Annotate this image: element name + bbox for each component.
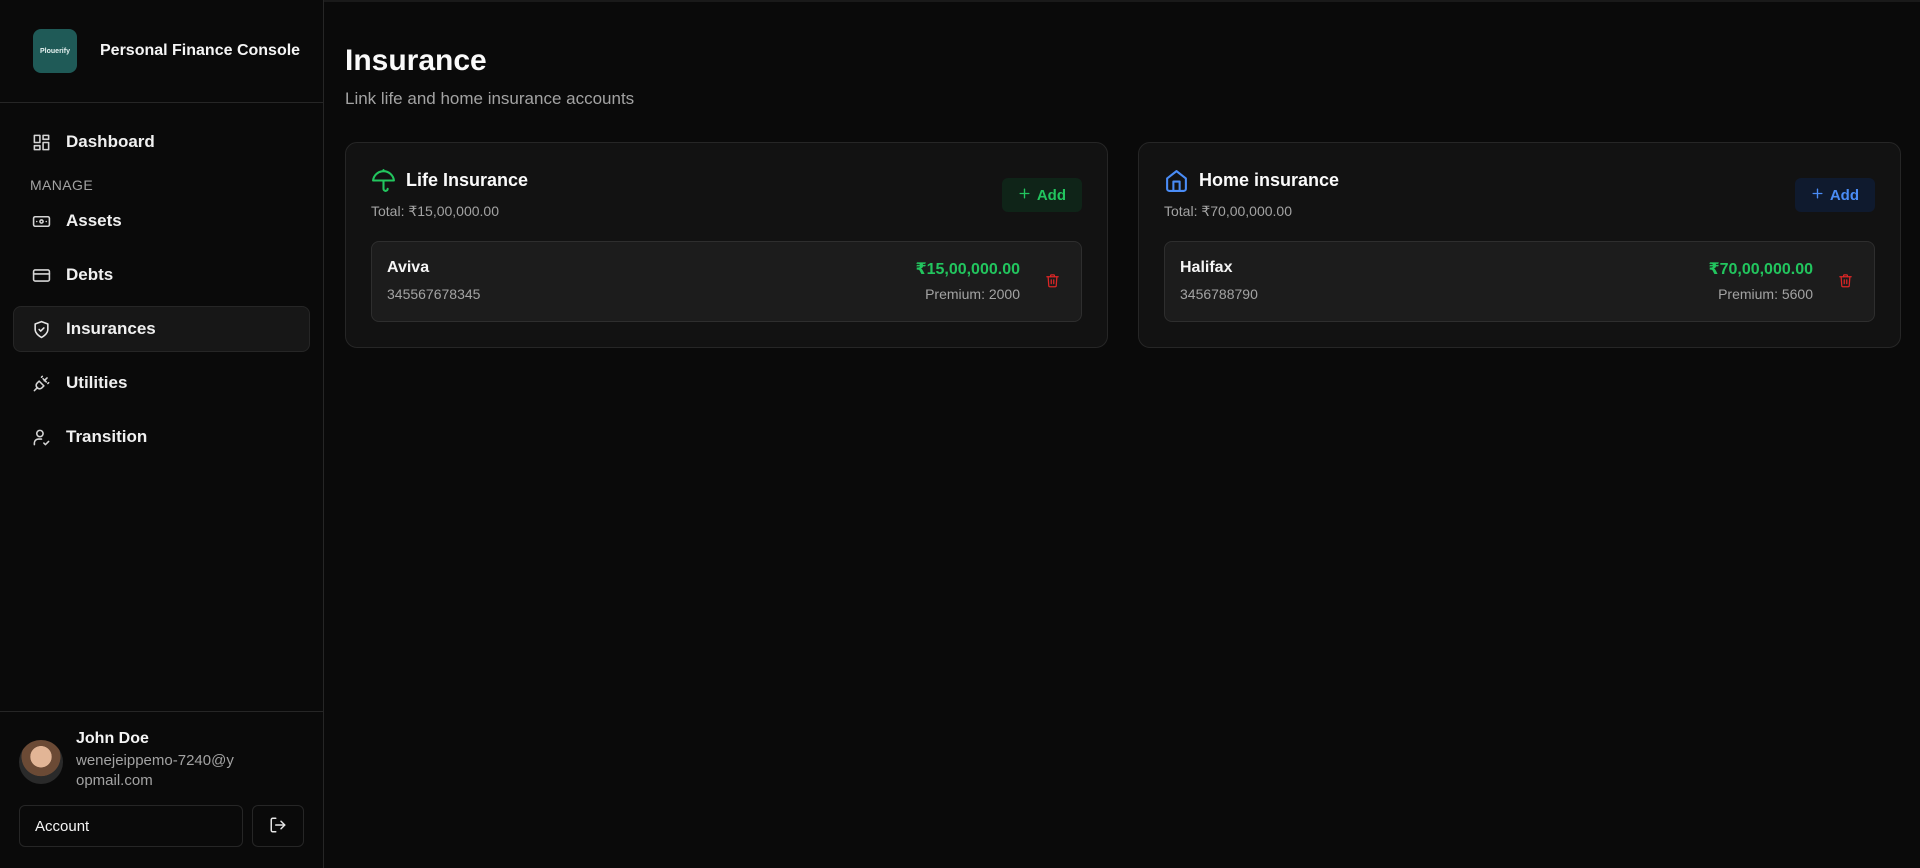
sidebar-item-transition[interactable]: Transition	[13, 414, 310, 460]
card-header: Home insurance	[1163, 167, 1339, 193]
house-icon	[1163, 167, 1189, 193]
section-label-manage: MANAGE	[30, 177, 94, 193]
sidebar-item-label: Assets	[66, 211, 122, 230]
app-logo[interactable]: Plouerify	[33, 29, 77, 73]
user-profile: John Doe wenejeippemo-7240@yopmail.com	[19, 730, 304, 791]
policy-amount: ₹15,00,000.00	[915, 261, 1020, 278]
user-name: John Doe	[76, 730, 149, 747]
add-life-insurance-button[interactable]: Add	[1001, 178, 1082, 212]
policy-amount: ₹70,00,000.00	[1708, 261, 1813, 278]
sidebar: Plouerify Personal Finance Console Dashb…	[0, 0, 324, 868]
sidebar-nav: Dashboard MANAGE Assets Debts Insurances	[0, 103, 323, 460]
sidebar-item-label: Insurances	[66, 319, 156, 338]
delete-policy-button[interactable]	[1835, 272, 1855, 292]
plug-icon	[31, 373, 51, 393]
policy-row: Aviva 345567678345 ₹15,00,000.00 Premium…	[371, 241, 1082, 322]
sidebar-item-debts[interactable]: Debts	[13, 252, 310, 298]
avatar[interactable]	[19, 740, 63, 784]
card-total: Total: ₹70,00,000.00	[1164, 203, 1293, 219]
account-button[interactable]: Account	[19, 805, 244, 847]
brand-header: Plouerify Personal Finance Console	[0, 0, 323, 103]
sidebar-item-utilities[interactable]: Utilities	[13, 360, 310, 406]
add-button-label: Add	[1036, 186, 1066, 204]
banknote-icon	[31, 211, 51, 231]
card-header: Life Insurance	[370, 167, 528, 193]
delete-policy-button[interactable]	[1042, 272, 1062, 292]
sidebar-item-label: Utilities	[66, 373, 128, 392]
card-total: Total: ₹15,00,000.00	[371, 203, 500, 219]
policy-premium: Premium: 5600	[1718, 286, 1813, 302]
policy-provider: Halifax	[1180, 259, 1233, 276]
card-title: Home insurance	[1199, 169, 1340, 190]
add-home-insurance-button[interactable]: Add	[1794, 178, 1875, 212]
logout-button[interactable]	[252, 805, 304, 847]
user-actions: Account	[19, 805, 304, 847]
policy-row: Halifax 3456788790 ₹70,00,000.00 Premium…	[1164, 241, 1875, 322]
user-info: John Doe wenejeippemo-7240@yopmail.com	[76, 730, 236, 791]
trash-icon	[1838, 273, 1853, 291]
page-title: Insurance	[345, 44, 487, 77]
card-title: Life Insurance	[406, 169, 529, 190]
credit-card-icon	[31, 265, 51, 285]
sidebar-item-label: Dashboard	[66, 132, 155, 151]
app-title: Personal Finance Console	[100, 42, 301, 59]
user-check-icon	[31, 427, 51, 447]
plus-icon	[1018, 187, 1031, 204]
policy-number: 3456788790	[1180, 286, 1258, 302]
sidebar-item-label: Debts	[66, 265, 114, 284]
page-subtitle: Link life and home insurance accounts	[345, 89, 635, 108]
home-insurance-card: Home insurance Total: ₹70,00,000.00 Add …	[1138, 142, 1901, 348]
sidebar-item-insurances[interactable]: Insurances	[13, 306, 310, 352]
user-panel: John Doe wenejeippemo-7240@yopmail.com A…	[0, 711, 323, 868]
user-email: wenejeippemo-7240@yopmail.com	[76, 752, 234, 789]
policy-premium: Premium: 2000	[925, 286, 1020, 302]
dashboard-icon	[31, 132, 51, 152]
shield-check-icon	[31, 319, 51, 339]
policy-number: 345567678345	[387, 286, 481, 302]
logout-icon	[269, 816, 287, 837]
umbrella-icon	[370, 167, 396, 193]
sidebar-item-dashboard[interactable]: Dashboard	[13, 119, 310, 165]
plus-icon	[1811, 187, 1824, 204]
sidebar-item-label: Transition	[66, 427, 148, 446]
add-button-label: Add	[1829, 186, 1859, 204]
trash-icon	[1045, 273, 1060, 291]
life-insurance-card: Life Insurance Total: ₹15,00,000.00 Add …	[345, 142, 1108, 348]
policy-provider: Aviva	[387, 259, 430, 276]
sidebar-item-assets[interactable]: Assets	[13, 198, 310, 244]
